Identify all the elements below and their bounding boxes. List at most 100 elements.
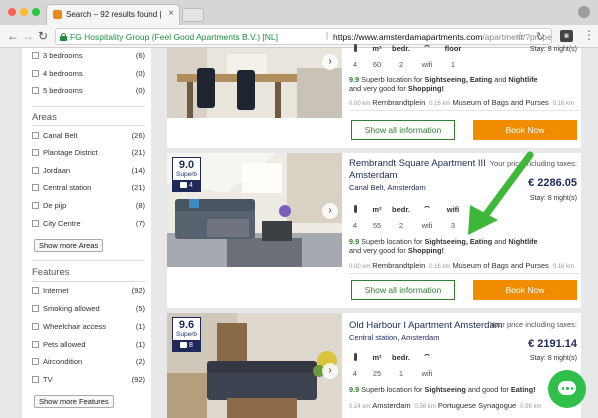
forward-icon[interactable]: → xyxy=(22,29,34,43)
divider xyxy=(32,260,145,261)
checkbox[interactable] xyxy=(32,323,39,330)
checkbox[interactable] xyxy=(32,149,39,156)
checkbox[interactable] xyxy=(32,305,39,312)
checkbox[interactable] xyxy=(32,202,39,209)
filter-area[interactable]: De pijp (8) xyxy=(32,200,145,214)
star-icon[interactable]: ☆ xyxy=(515,30,525,43)
wifi-icon xyxy=(423,206,431,212)
checkbox[interactable] xyxy=(32,220,39,227)
feature-strip: 4 m² 60 bedr. 2 wifi floor 1 xyxy=(352,44,462,69)
new-tab-button[interactable] xyxy=(182,8,204,22)
filter-feature[interactable]: Wheelchair access (1) xyxy=(32,321,145,335)
show-more-areas-button[interactable]: Show more Areas xyxy=(34,239,104,252)
maximize-window-button[interactable] xyxy=(32,8,40,16)
person-icon xyxy=(353,44,357,52)
listing-description: 9.9 Superb location for Sightseeing and … xyxy=(349,385,536,394)
checkbox[interactable] xyxy=(32,287,39,294)
distance-row: 0.00 km Rembrandtplein 0.16 km Museum of… xyxy=(349,98,574,107)
book-now-button[interactable]: Book Now xyxy=(473,280,577,300)
checkbox[interactable] xyxy=(32,132,39,139)
filter-bedrooms-5[interactable]: 5 bedrooms (0) xyxy=(32,85,145,99)
filter-area[interactable]: Canal Belt (26) xyxy=(32,130,145,144)
chat-icon xyxy=(558,381,576,395)
feature-strip: 4 m² 25 bedr. 1 wifi xyxy=(352,353,433,378)
listing-photo[interactable]: › xyxy=(167,48,342,118)
checkbox[interactable] xyxy=(32,341,39,348)
filter-sidebar: 3 bedrooms (6) 4 bedrooms (0) 5 bedrooms (0… xyxy=(22,48,151,418)
stay-info: Stay: 8 night(s) xyxy=(529,355,577,362)
close-icon[interactable]: × xyxy=(168,8,174,19)
filter-area[interactable]: Plantage District (21) xyxy=(32,147,145,161)
comment-icon xyxy=(180,182,188,189)
divider xyxy=(32,281,145,282)
show-all-information-button[interactable]: Show all information xyxy=(351,280,455,300)
favicon-icon xyxy=(53,10,62,19)
annotation-arrow xyxy=(468,151,534,235)
address-bar[interactable]: FG Hospitality Group (Feel Good Apartmen… xyxy=(55,28,552,45)
person-icon xyxy=(353,205,357,213)
checkbox[interactable] xyxy=(32,70,39,77)
filter-area[interactable]: Central station (21) xyxy=(32,182,145,196)
reviews-count: 8 xyxy=(173,340,200,351)
listing-card: 9.6 Superb 8 › Old Harbour I Apartment A… xyxy=(167,313,581,418)
distance-row: 0.00 km Rembrandtplein 0.16 km Museum of… xyxy=(349,261,574,270)
divider xyxy=(32,125,145,126)
filter-feature[interactable]: TV (92) xyxy=(32,374,145,388)
checkbox[interactable] xyxy=(32,358,39,365)
checkbox[interactable] xyxy=(32,52,39,59)
listing-location[interactable]: Canal Belt, Amsterdam xyxy=(349,183,426,192)
tab-title: Search – 92 results found | Se xyxy=(66,10,164,19)
price-label: Your price including taxes: xyxy=(489,320,577,329)
listing-card: › 4 m² 60 bedr. 2 wifi floor 1 Stay: 8 nigh… xyxy=(167,44,581,148)
tab-bar: Search – 92 results found | Se × xyxy=(0,0,598,25)
close-window-button[interactable] xyxy=(8,8,16,16)
areas-title: Areas xyxy=(32,112,57,123)
menu-icon[interactable]: ⋮ xyxy=(583,28,595,42)
site-identity: FG Hospitality Group (Feel Good Apartmen… xyxy=(70,32,279,42)
filter-feature[interactable]: Pets allowed (1) xyxy=(32,339,145,353)
wifi-icon xyxy=(423,45,431,51)
features-title: Features xyxy=(32,267,70,278)
back-icon[interactable]: ← xyxy=(7,29,19,43)
reviews-count: 4 xyxy=(173,180,200,191)
rating-badge: 9.6 Superb 8 xyxy=(172,317,201,352)
reload-icon[interactable]: ↻ xyxy=(536,30,545,43)
listing-description: 9.9 Superb location for Sightseeing, Eat… xyxy=(349,75,538,93)
show-more-features-button[interactable]: Show more Features xyxy=(34,395,114,408)
checkbox[interactable] xyxy=(32,376,39,383)
filter-feature[interactable]: Smoking allowed (5) xyxy=(32,303,145,317)
lock-icon xyxy=(60,33,67,41)
minimize-window-button[interactable] xyxy=(20,8,28,16)
listing-photo[interactable]: 9.6 Superb 8 › xyxy=(167,313,342,418)
filter-bedrooms-4[interactable]: 4 bedrooms (0) xyxy=(32,68,145,82)
listing-title[interactable]: Old Harbour I Apartment Amsterdam xyxy=(349,320,503,331)
filter-feature[interactable]: Aircondition (2) xyxy=(32,356,145,370)
arrow-right-icon[interactable]: › xyxy=(322,363,338,379)
filter-area[interactable]: Jordaan (14) xyxy=(32,165,145,179)
listing-location[interactable]: Central station, Amsterdam xyxy=(349,333,439,342)
checkbox[interactable] xyxy=(32,184,39,191)
rating-badge: 9.0 Superb 4 xyxy=(172,157,201,192)
browser-toolbar: ← → ↻ FG Hospitality Group (Feel Good Ap… xyxy=(0,25,598,48)
profile-icon[interactable] xyxy=(578,6,590,18)
distance-row: 0.24 km Amsterdam 0.56 km Portuguese Syn… xyxy=(349,401,542,410)
listing-price: € 2191.14 xyxy=(528,338,577,350)
comment-icon xyxy=(180,342,188,349)
show-all-information-button[interactable]: Show all information xyxy=(351,120,455,140)
filter-area[interactable]: City Centre (7) xyxy=(32,218,145,232)
book-now-button[interactable]: Book Now xyxy=(473,120,577,140)
filter-bedrooms-3[interactable]: 3 bedrooms (6) xyxy=(32,50,145,64)
reload-icon[interactable]: ↻ xyxy=(38,29,48,43)
arrow-right-icon[interactable]: › xyxy=(322,54,338,70)
checkbox[interactable] xyxy=(32,87,39,94)
extension-icon[interactable]: ▦ xyxy=(560,30,573,42)
checkbox[interactable] xyxy=(32,167,39,174)
browser-tab[interactable]: Search – 92 results found | Se × xyxy=(46,4,180,25)
arrow-right-icon[interactable]: › xyxy=(322,203,338,219)
stay-info: Stay: 8 night(s) xyxy=(529,46,577,53)
listing-photo[interactable]: 9.0 Superb 4 › xyxy=(167,153,342,267)
filter-feature[interactable]: Internet (92) xyxy=(32,285,145,299)
person-icon xyxy=(353,353,357,361)
chat-button[interactable] xyxy=(548,370,586,408)
wifi-icon xyxy=(423,354,431,360)
